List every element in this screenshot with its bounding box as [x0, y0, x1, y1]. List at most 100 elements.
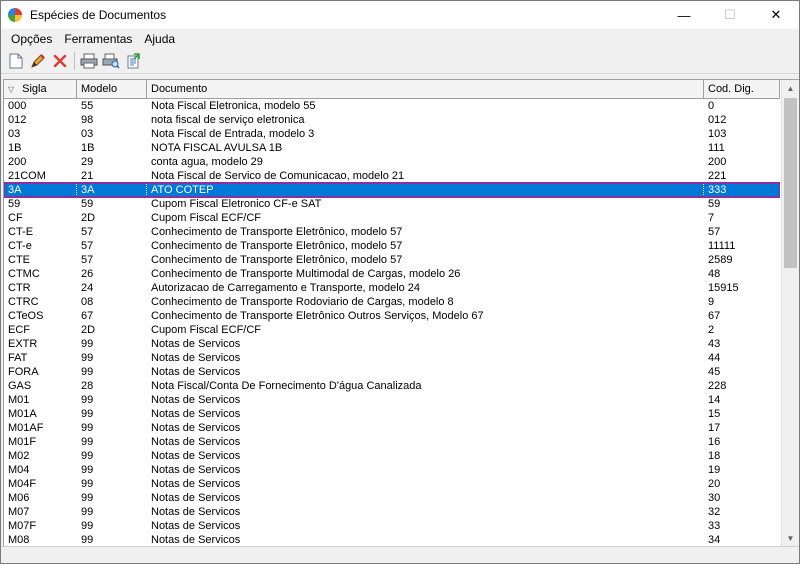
table-row[interactable]: M01F 99 Notas de Servicos 16	[4, 435, 780, 449]
cell-cod-dig: 43	[708, 338, 721, 350]
column-header-documento[interactable]: Documento	[147, 80, 704, 98]
table-row[interactable]: 21COM 21 Nota Fiscal de Servico de Comunic…	[4, 169, 780, 183]
new-document-icon[interactable]	[5, 50, 27, 72]
cell-cod-dig: 228	[708, 380, 727, 392]
cell-cod-dig: 0	[708, 100, 715, 112]
cell-modelo: 55	[81, 100, 94, 112]
table-row[interactable]: M06 99 Notas de Servicos 30	[4, 491, 780, 505]
cell-sigla: CTRC	[8, 296, 39, 308]
table-row[interactable]: M04 99 Notas de Servicos 19	[4, 463, 780, 477]
cell-cod-dig: 9	[708, 296, 715, 308]
table-row[interactable]: CF 2D Cupom Fiscal ECF/CF 7	[4, 211, 780, 225]
cell-sigla: M06	[8, 492, 30, 504]
documents-grid[interactable]: ▽ Sigla Modelo Documento Cod. Dig. 000 55 N…	[3, 79, 799, 548]
cell-cod-dig: 2	[708, 324, 715, 336]
menu-ferramentas[interactable]: Ferramentas	[58, 29, 138, 49]
table-row[interactable]: M08 99 Notas de Servicos 34	[4, 533, 780, 547]
table-row[interactable]: CTMC 26 Conhecimento de Transporte Multimo…	[4, 267, 780, 281]
table-row[interactable]: M04F 99 Notas de Servicos 20	[4, 477, 780, 491]
column-header-sigla[interactable]: ▽ Sigla	[4, 80, 77, 98]
scroll-thumb[interactable]	[784, 98, 797, 268]
cell-cod-dig: 14	[708, 394, 721, 406]
cell-cod-dig: 17	[708, 422, 721, 434]
cell-sigla: M04F	[8, 478, 37, 490]
toolbar-separator	[74, 52, 75, 70]
title-bar[interactable]: Espécies de Documentos — ☐ ✕	[1, 1, 799, 29]
cell-sigla: 59	[8, 198, 21, 210]
table-row[interactable]: FORA 99 Notas de Servicos 45	[4, 365, 780, 379]
grid-rows: 000 55 Nota Fiscal Eletronica, modelo 55 0 0…	[4, 99, 780, 547]
main-window: Espécies de Documentos — ☐ ✕ Opções Ferr…	[0, 0, 800, 564]
print-preview-icon[interactable]	[100, 50, 122, 72]
table-row[interactable]: M02 99 Notas de Servicos 18	[4, 449, 780, 463]
cell-modelo: 99	[81, 422, 94, 434]
menu-opcoes[interactable]: Opções	[5, 29, 58, 49]
cell-documento: Notas de Servicos	[151, 534, 241, 546]
table-row-selected[interactable]: 3A 3A ATO COTEP 333	[4, 182, 780, 198]
cell-modelo: 24	[81, 282, 94, 294]
cell-cod-dig: 200	[708, 156, 727, 168]
cell-documento: Notas de Servicos	[151, 520, 241, 532]
cell-sigla: M01A	[8, 408, 37, 420]
column-header-cod-dig[interactable]: Cod. Dig.	[704, 80, 780, 98]
print-icon[interactable]	[78, 50, 100, 72]
cell-cod-dig: 012	[708, 114, 727, 126]
cell-documento: Cupom Fiscal Eletronico CF-e SAT	[151, 198, 322, 210]
table-row[interactable]: 200 29 conta agua, modelo 29 200	[4, 155, 780, 169]
table-row[interactable]: 1B 1B NOTA FISCAL AVULSA 1B 111	[4, 141, 780, 155]
table-row[interactable]: CT-e 57 Conhecimento de Transporte Eletrôn…	[4, 239, 780, 253]
table-row[interactable]: 012 98 nota fiscal de serviço eletronica 01…	[4, 113, 780, 127]
minimize-button[interactable]: —	[661, 1, 707, 29]
table-row[interactable]: 000 55 Nota Fiscal Eletronica, modelo 55 0	[4, 99, 780, 113]
table-row[interactable]: M01 99 Notas de Servicos 14	[4, 393, 780, 407]
cell-documento: NOTA FISCAL AVULSA 1B	[151, 142, 283, 154]
cell-modelo: 57	[81, 226, 94, 238]
cell-modelo: 57	[81, 240, 94, 252]
cell-sigla: CT-E	[8, 226, 34, 238]
scroll-up-arrow-icon[interactable]: ▲	[782, 80, 799, 97]
table-row[interactable]: M01A 99 Notas de Servicos 15	[4, 407, 780, 421]
cell-documento: ATO COTEP	[147, 183, 704, 197]
cell-modelo: 99	[81, 408, 94, 420]
cell-modelo: 99	[81, 450, 94, 462]
cell-sigla: 1B	[8, 142, 22, 154]
cell-sigla: GAS	[8, 380, 32, 392]
table-row[interactable]: CTR 24 Autorizacao de Carregamento e Trans…	[4, 281, 780, 295]
cell-sigla: CTMC	[8, 268, 40, 280]
export-icon[interactable]	[122, 50, 144, 72]
table-row[interactable]: ECF 2D Cupom Fiscal ECF/CF 2	[4, 323, 780, 337]
cell-cod-dig: 19	[708, 464, 721, 476]
delete-x-icon[interactable]	[49, 50, 71, 72]
cell-modelo: 99	[81, 520, 94, 532]
cell-cod-dig: 45	[708, 366, 721, 378]
table-row[interactable]: M07 99 Notas de Servicos 32	[4, 505, 780, 519]
cell-documento: Notas de Servicos	[151, 408, 241, 420]
maximize-button[interactable]: ☐	[707, 1, 753, 29]
column-header-modelo[interactable]: Modelo	[77, 80, 147, 98]
cell-sigla: CTR	[8, 282, 31, 294]
cell-sigla: 03	[8, 128, 21, 140]
menu-ajuda[interactable]: Ajuda	[138, 29, 181, 49]
table-row[interactable]: GAS 28 Nota Fiscal/Conta De Fornecimento D…	[4, 379, 780, 393]
cell-sigla: M01AF	[8, 422, 44, 434]
vertical-scrollbar[interactable]: ▲ ▼	[781, 80, 799, 547]
table-row[interactable]: CTeOS 67 Conhecimento de Transporte Eletrô…	[4, 309, 780, 323]
cell-modelo: 99	[81, 464, 94, 476]
table-row[interactable]: M07F 99 Notas de Servicos 33	[4, 519, 780, 533]
cell-sigla: FORA	[8, 366, 39, 378]
table-row[interactable]: EXTR 99 Notas de Servicos 43	[4, 337, 780, 351]
cell-documento: conta agua, modelo 29	[151, 156, 263, 168]
table-row[interactable]: 03 03 Nota Fiscal de Entrada, modelo 3 103	[4, 127, 780, 141]
table-row[interactable]: CTRC 08 Conhecimento de Transporte Rodovia…	[4, 295, 780, 309]
window-title: Espécies de Documentos	[30, 8, 167, 22]
table-row[interactable]: CTE 57 Conhecimento de Transporte Eletrôni…	[4, 253, 780, 267]
table-row[interactable]: CT-E 57 Conhecimento de Transporte Eletrôn…	[4, 225, 780, 239]
sort-indicator-icon: ▽	[8, 85, 15, 94]
edit-pencil-icon[interactable]	[27, 50, 49, 72]
table-row[interactable]: 59 59 Cupom Fiscal Eletronico CF-e SAT 59	[4, 197, 780, 211]
table-row[interactable]: FAT 99 Notas de Servicos 44	[4, 351, 780, 365]
cell-modelo: 99	[81, 338, 94, 350]
close-button[interactable]: ✕	[753, 1, 799, 29]
table-row[interactable]: M01AF 99 Notas de Servicos 17	[4, 421, 780, 435]
scroll-down-arrow-icon[interactable]: ▼	[782, 530, 799, 547]
